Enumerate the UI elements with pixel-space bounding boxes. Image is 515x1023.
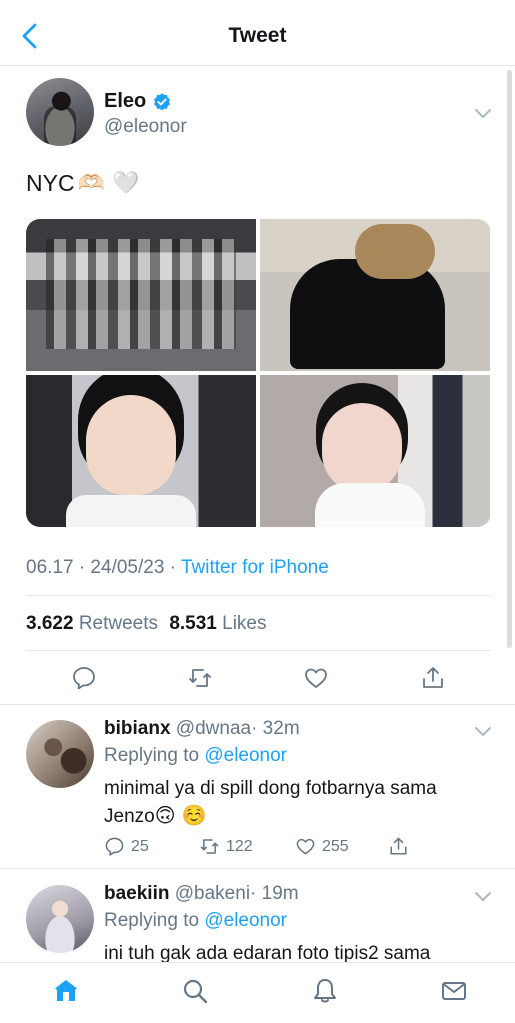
- scrollbar[interactable]: [507, 70, 512, 648]
- comment-count: 25: [131, 837, 149, 855]
- bottom-tab-bar: [0, 962, 515, 1023]
- reply-handle: @bakeni: [174, 883, 251, 904]
- comment-icon: [105, 837, 124, 856]
- tweet-stats: 3.622 Retweets 8.531 Likes: [26, 613, 267, 635]
- tweet-text: NYC 🫶🏻 🤍: [26, 170, 139, 197]
- likes-count[interactable]: 8.531: [169, 613, 217, 634]
- verified-badge-icon: [154, 92, 171, 110]
- retweet-icon[interactable]: [187, 665, 213, 691]
- search-icon[interactable]: [181, 977, 209, 1005]
- page-title: Tweet: [228, 24, 287, 47]
- photo-smile[interactable]: [260, 375, 490, 527]
- author-name-row: Eleo: [104, 90, 172, 113]
- replying-to: Replying to @eleonor: [104, 910, 287, 932]
- replying-to-label: Replying to: [104, 910, 200, 931]
- author-avatar[interactable]: [26, 78, 94, 146]
- retweets-count[interactable]: 3.622: [26, 613, 74, 634]
- chevron-down-icon[interactable]: [474, 108, 492, 120]
- tweet-emojis: 🫶🏻 🤍: [77, 171, 140, 196]
- home-icon[interactable]: [52, 977, 80, 1005]
- replying-to-label: Replying to: [104, 745, 200, 766]
- reply-avatar[interactable]: [26, 720, 94, 788]
- envelope-icon[interactable]: [440, 977, 468, 1005]
- comment-icon[interactable]: [71, 665, 97, 691]
- reply-time: · 32m: [251, 718, 300, 739]
- tweet-meta: 06.17 · 24/05/23 · Twitter for iPhone: [26, 557, 329, 579]
- photo-mirror[interactable]: [260, 219, 490, 371]
- like-count: 255: [322, 837, 349, 855]
- tweet-source-link[interactable]: Twitter for iPhone: [181, 557, 329, 578]
- author-name[interactable]: Eleo: [104, 90, 146, 113]
- chevron-down-icon[interactable]: [474, 726, 492, 738]
- reply-action-bar: 25 122 255: [104, 836, 414, 858]
- bell-icon[interactable]: [311, 977, 339, 1005]
- tweet-body: NYC: [26, 170, 75, 196]
- reply-share-button[interactable]: [388, 836, 409, 857]
- divider: [26, 650, 491, 651]
- tweet-action-bar: [0, 665, 515, 691]
- heart-icon[interactable]: [303, 665, 329, 691]
- photo-portrait[interactable]: [26, 375, 256, 527]
- reply-time: · 19m: [250, 883, 299, 904]
- reply-emojis: 🙃 ☺️: [154, 803, 207, 827]
- media-grid: [26, 219, 491, 527]
- retweet-count: 122: [226, 837, 253, 855]
- retweet-icon: [200, 839, 219, 854]
- reply-comment-button[interactable]: 25: [104, 836, 149, 857]
- divider: [26, 595, 491, 596]
- reply-name[interactable]: baekiin: [104, 883, 169, 904]
- reply-header: baekiin @bakeni· 19m: [104, 883, 299, 905]
- divider: [0, 868, 515, 869]
- reply-avatar[interactable]: [26, 885, 94, 953]
- tweet-timestamp: 06.17 · 24/05/23 ·: [26, 557, 181, 578]
- mention-link[interactable]: @eleonor: [204, 745, 287, 766]
- share-icon: [390, 837, 407, 855]
- chevron-down-icon[interactable]: [474, 891, 492, 903]
- divider: [0, 704, 515, 705]
- mention-link[interactable]: @eleonor: [204, 910, 287, 931]
- top-nav-bar: Tweet: [0, 0, 515, 66]
- likes-label[interactable]: Likes: [222, 613, 266, 634]
- reply-handle: @dwnaa: [175, 718, 252, 739]
- photo-backstage[interactable]: [26, 219, 256, 371]
- reply-retweet-button[interactable]: 122: [199, 836, 253, 857]
- heart-icon: [296, 838, 315, 855]
- author-handle: @eleonor: [104, 116, 187, 137]
- share-icon[interactable]: [420, 665, 446, 691]
- reply-text: minimal ya di spill dong fotbarnya sama …: [104, 776, 484, 830]
- reply-name[interactable]: bibianx: [104, 718, 171, 739]
- retweets-label[interactable]: Retweets: [79, 613, 158, 634]
- replying-to: Replying to @eleonor: [104, 745, 287, 767]
- reply-like-button[interactable]: 255: [295, 836, 349, 857]
- reply-header: bibianx @dwnaa· 32m: [104, 718, 300, 740]
